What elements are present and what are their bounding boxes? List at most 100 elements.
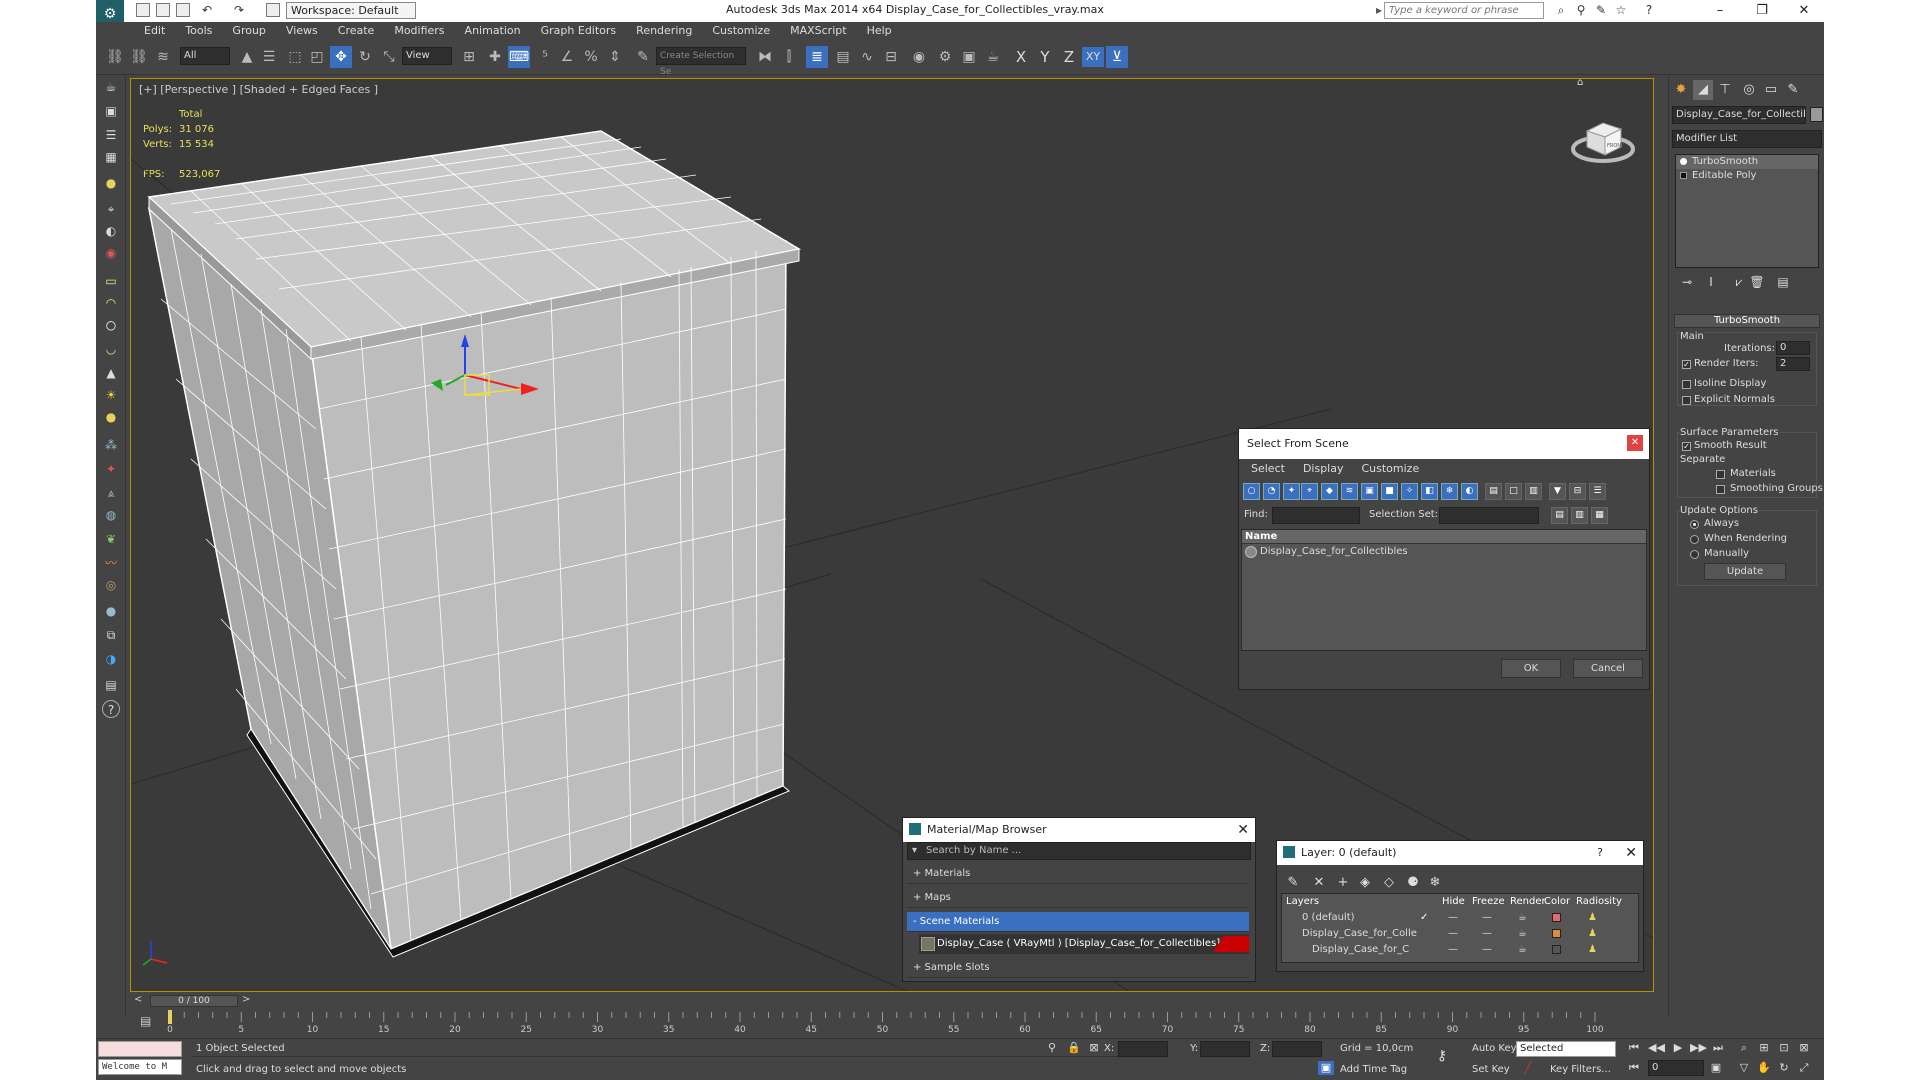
- col-freeze[interactable]: Freeze: [1472, 894, 1505, 910]
- close-icon[interactable]: ✕: [1237, 821, 1249, 839]
- layer-manager-icon[interactable]: ≣: [806, 46, 828, 68]
- render-setup-icon[interactable]: ⚙: [934, 46, 956, 68]
- menu-help[interactable]: Help: [867, 22, 892, 39]
- bind-space-warp-icon[interactable]: ≋: [152, 46, 174, 68]
- make-unique-icon[interactable]: ⩗: [1731, 274, 1747, 290]
- key-mode-dropdown[interactable]: Selected: [1516, 1041, 1616, 1057]
- sfs-menu-select[interactable]: Select: [1251, 459, 1285, 479]
- stack-item-turbosmooth[interactable]: TurboSmooth: [1676, 155, 1818, 169]
- camera-icon[interactable]: ⌖: [102, 200, 120, 218]
- hierarchy-tab-icon[interactable]: ⊤: [1715, 80, 1735, 100]
- previous-frame-icon[interactable]: ◀◀: [1648, 1041, 1665, 1055]
- display-cameras-icon[interactable]: ⌖: [1301, 483, 1318, 500]
- remove-modifier-icon[interactable]: 🗑: [1749, 274, 1765, 290]
- stack-item-editable-poly[interactable]: Editable Poly: [1676, 169, 1818, 183]
- smooth-result-checkbox[interactable]: ✓: [1682, 442, 1691, 451]
- time-slider[interactable]: < 0 / 100 >: [130, 994, 1654, 1008]
- undo-icon[interactable]: ↶: [200, 3, 214, 17]
- display-geometry-icon[interactable]: ○: [1243, 483, 1260, 500]
- play-icon[interactable]: ▶: [1670, 1041, 1686, 1055]
- hide-toggle[interactable]: —: [1448, 942, 1458, 958]
- time-slider-thumb[interactable]: 0 / 100: [150, 995, 238, 1007]
- pin-stack-icon[interactable]: ⊸: [1679, 274, 1695, 290]
- layers-icon[interactable]: ⧉: [102, 626, 120, 644]
- update-button[interactable]: Update: [1704, 563, 1786, 580]
- bowl-icon[interactable]: ◡: [102, 340, 120, 358]
- communication-icon[interactable]: ✎: [1594, 3, 1608, 17]
- ok-button[interactable]: OK: [1501, 659, 1561, 678]
- selection-set-edit-icon[interactable]: ▥: [1571, 507, 1588, 524]
- named-selection-dropdown[interactable]: Create Selection Se: [656, 47, 746, 77]
- maxscript-listener-top[interactable]: [98, 1041, 182, 1057]
- material-editor-icon[interactable]: ◉: [908, 46, 930, 68]
- isolate-icon[interactable]: ⚲: [1044, 1041, 1060, 1055]
- prev-frame-icon[interactable]: <: [134, 994, 142, 1005]
- cancel-button[interactable]: Cancel: [1573, 659, 1643, 678]
- display-shapes-icon[interactable]: ◔: [1263, 483, 1280, 500]
- view-sphere-icon[interactable]: ●: [102, 602, 120, 620]
- select-none-icon[interactable]: □: [1505, 483, 1522, 500]
- section-maps[interactable]: + Maps: [907, 888, 1249, 908]
- selection-set-add-icon[interactable]: ▤: [1551, 507, 1568, 524]
- axis-xy-button[interactable]: XY: [1082, 47, 1104, 67]
- section-scene-materials[interactable]: - Scene Materials: [907, 912, 1249, 932]
- object-color-swatch[interactable]: [1810, 107, 1823, 122]
- sfs-menu-display[interactable]: Display: [1303, 459, 1344, 479]
- iterations-spinner[interactable]: 0: [1776, 341, 1810, 355]
- freeze-toggle[interactable]: —: [1482, 926, 1492, 942]
- materials-checkbox[interactable]: [1716, 470, 1725, 479]
- menu-animation[interactable]: Animation: [465, 22, 521, 39]
- workspace-dropdown[interactable]: Workspace: Default: [286, 2, 416, 19]
- environment-icon[interactable]: ◑: [102, 650, 120, 668]
- menu-modifiers[interactable]: Modifiers: [394, 22, 444, 39]
- scene-object-list[interactable]: Name Display_Case_for_Collectibles: [1241, 529, 1647, 651]
- scene-material-item[interactable]: Display_Case ( VRayMtl ) [Display_Case_f…: [919, 934, 1249, 954]
- col-render[interactable]: Render: [1510, 894, 1546, 910]
- shape-icon[interactable]: ⩓: [102, 484, 120, 502]
- key-mode-toggle-icon[interactable]: ⏮: [1626, 1061, 1642, 1075]
- select-and-move-icon[interactable]: ✥: [330, 46, 352, 68]
- selection-set-dropdown[interactable]: [1439, 507, 1539, 524]
- list-item[interactable]: Display_Case_for_Collectibles: [1242, 544, 1646, 560]
- hierarchy-icon[interactable]: ⊟: [1569, 483, 1586, 500]
- snaps-toggle-icon[interactable]: ⁵: [534, 46, 556, 68]
- time-configuration-icon[interactable]: ▣: [1708, 1061, 1724, 1075]
- percent-snap-icon[interactable]: %: [580, 46, 602, 68]
- orbit-icon[interactable]: ↻: [1776, 1061, 1792, 1075]
- hair-icon[interactable]: 〰: [102, 554, 120, 572]
- isoline-display-checkbox[interactable]: [1682, 380, 1691, 389]
- key-filters-button[interactable]: Key Filters...: [1550, 1064, 1611, 1075]
- help-circle-icon[interactable]: ?: [102, 700, 120, 718]
- table-row[interactable]: Display_Case_for_Colle — — ☕ ♟: [1282, 926, 1638, 942]
- col-radiosity[interactable]: Radiosity: [1576, 894, 1622, 910]
- globe-icon[interactable]: ◍: [102, 506, 120, 524]
- teapot-icon[interactable]: ☕: [102, 78, 120, 96]
- radiosity-icon[interactable]: ♟: [1588, 926, 1597, 942]
- open-file-icon[interactable]: [156, 3, 170, 17]
- manually-radio[interactable]: [1690, 550, 1699, 559]
- track-bar[interactable]: 0 5 10 15 20 25 30 35 40 45 50 55 60 65 70 75 80 85 90 95 10…: [130, 1010, 1654, 1035]
- create-tab-icon[interactable]: ✸: [1671, 80, 1691, 100]
- display-bones-icon[interactable]: ✧: [1401, 483, 1418, 500]
- current-frame-field[interactable]: 0: [1648, 1060, 1704, 1076]
- motion-tab-icon[interactable]: ◎: [1739, 80, 1759, 100]
- list-icon[interactable]: ☰: [102, 126, 120, 144]
- section-sample-slots[interactable]: + Sample Slots: [907, 958, 1249, 978]
- when-rendering-radio[interactable]: [1690, 535, 1699, 544]
- add-time-tag-icon[interactable]: ▣: [1318, 1061, 1334, 1075]
- display-frozen-icon[interactable]: ❄: [1441, 483, 1458, 500]
- new-file-icon[interactable]: [136, 3, 150, 17]
- find-input[interactable]: [1272, 507, 1360, 524]
- axis-y-button[interactable]: Y: [1034, 47, 1056, 67]
- menu-group[interactable]: Group: [232, 22, 266, 39]
- view-cube[interactable]: FRONT: [1569, 105, 1639, 167]
- utilities-tab-icon[interactable]: ✎: [1783, 80, 1803, 100]
- curve-editor-icon[interactable]: ∿: [856, 46, 878, 68]
- always-radio[interactable]: [1690, 520, 1699, 529]
- go-to-end-icon[interactable]: ⏭: [1710, 1041, 1726, 1055]
- auto-key-button[interactable]: Auto Key: [1472, 1043, 1517, 1054]
- col-layers[interactable]: Layers: [1286, 894, 1319, 910]
- plant-icon[interactable]: ❦: [102, 530, 120, 548]
- select-objects-in-layer-icon[interactable]: ◈: [1357, 875, 1373, 891]
- close-button[interactable]: ✕: [1784, 0, 1824, 22]
